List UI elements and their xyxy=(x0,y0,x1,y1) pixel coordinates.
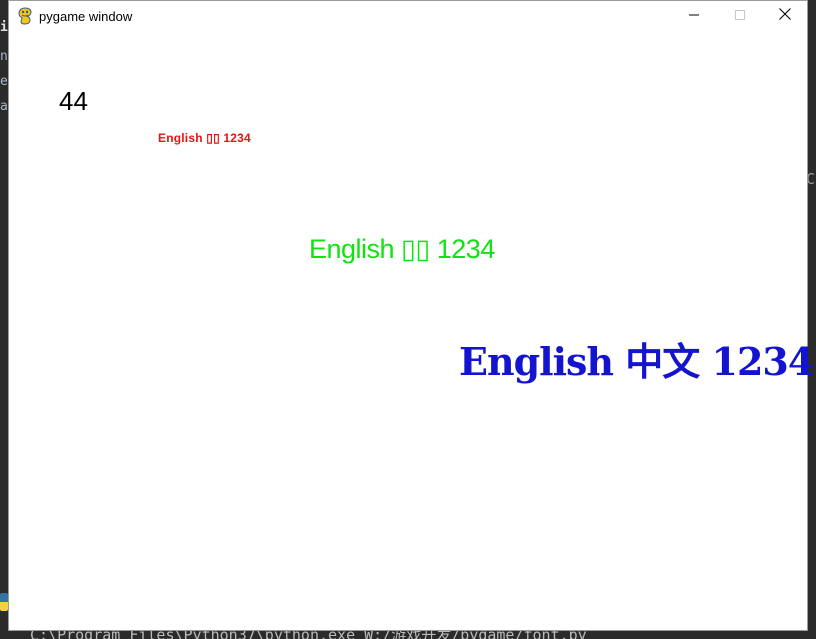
background-glyph: i xyxy=(0,20,8,35)
maximize-icon xyxy=(735,7,745,25)
maximize-button[interactable] xyxy=(717,1,763,31)
close-icon xyxy=(779,7,791,25)
frame-counter: 44 xyxy=(59,86,88,116)
background-glyph: n xyxy=(0,49,8,64)
window-titlebar[interactable]: pygame window xyxy=(9,1,807,32)
background-glyph: a xyxy=(0,99,8,114)
pygame-snake-icon xyxy=(17,7,33,25)
python-icon xyxy=(0,593,8,611)
pygame-canvas[interactable]: 44 English ▯▯ 1234 English ▯▯ 1234 Engli… xyxy=(9,32,814,630)
window-title: pygame window xyxy=(39,9,133,24)
pygame-window: pygame window 44 English ▯▯ 1234 English xyxy=(8,0,814,631)
minimize-button[interactable] xyxy=(671,1,717,31)
large-blue-text: English 中文 1234 xyxy=(459,339,814,384)
minimize-icon xyxy=(689,7,699,25)
desktop-background: i n e a C C:\Program Files\Python37\pyth… xyxy=(0,0,816,639)
close-button[interactable] xyxy=(762,1,808,31)
background-glyph: e xyxy=(0,74,8,89)
medium-green-text: English ▯▯ 1234 xyxy=(309,234,495,264)
small-red-text: English ▯▯ 1234 xyxy=(158,131,251,145)
